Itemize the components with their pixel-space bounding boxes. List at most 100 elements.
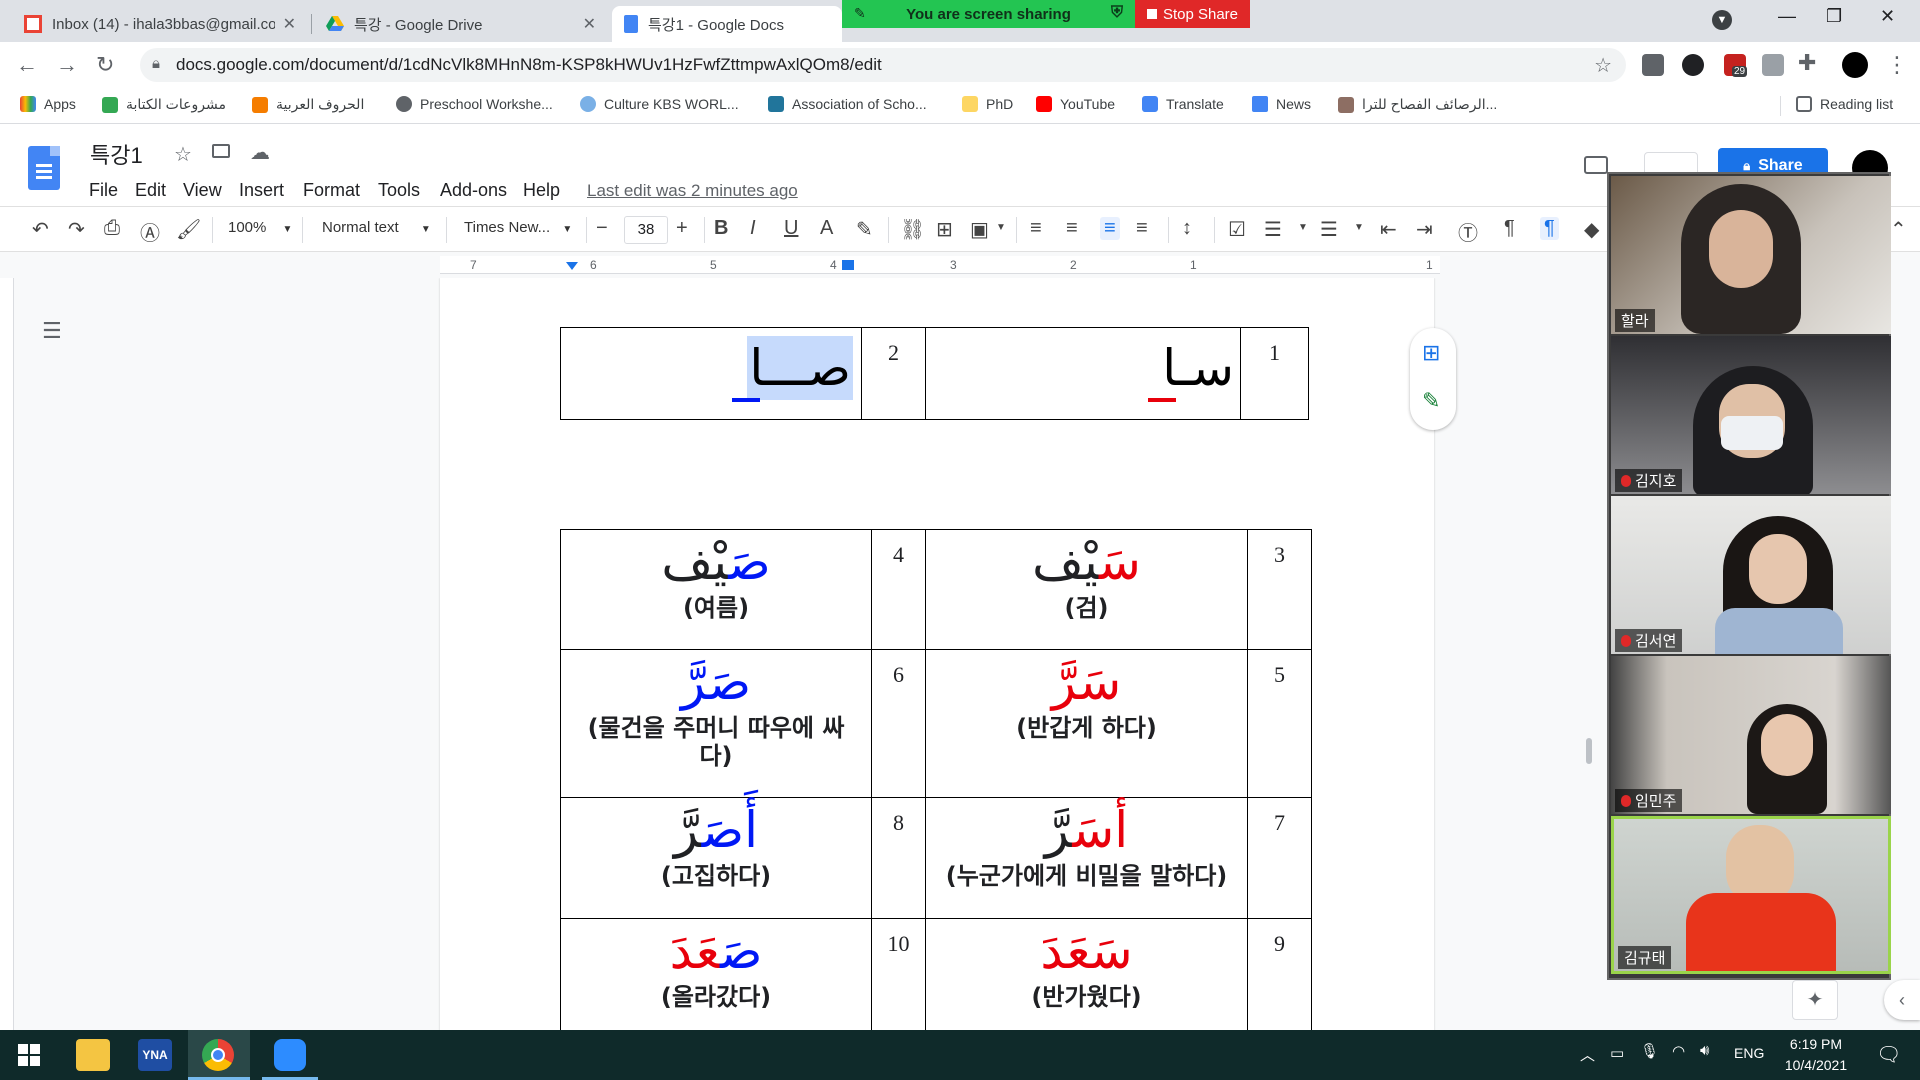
extension-badge-icon[interactable]: 29: [1724, 54, 1748, 77]
paint-format-icon[interactable]: 🖌︎: [176, 217, 201, 242]
minimize-icon[interactable]: —: [1778, 6, 1796, 27]
numbered-list-icon[interactable]: ☰: [1320, 217, 1338, 242]
bookmark-writing-projects[interactable]: مشروعات الكتابة: [102, 96, 226, 113]
explore-button[interactable]: ✦: [1792, 980, 1838, 1020]
menu-view[interactable]: View: [183, 180, 222, 201]
move-folder-icon[interactable]: [212, 144, 230, 158]
increase-indent-icon[interactable]: ⇥: [1416, 217, 1433, 242]
notifications-icon[interactable]: 🗨︎: [1876, 1042, 1901, 1067]
reload-icon[interactable]: ↻: [96, 52, 114, 78]
participant-video[interactable]: 임민주: [1611, 656, 1891, 814]
bookmark-preschool-worksheets[interactable]: Preschool Workshe...: [396, 96, 553, 112]
address-bar[interactable]: 🔒︎ docs.google.com/document/d/1cdNcVlk8M…: [140, 48, 1626, 82]
align-right-icon[interactable]: ≡: [1100, 217, 1120, 240]
bookmark-news[interactable]: News: [1252, 96, 1311, 112]
tab-search-icon[interactable]: ▼: [1712, 10, 1732, 30]
participant-video[interactable]: 할라: [1611, 176, 1891, 334]
table-cell[interactable]: أسَرَّ (누군가에게 비밀을 말하다): [925, 797, 1248, 919]
profile-avatar[interactable]: [1842, 52, 1868, 78]
redo-icon[interactable]: ↷: [68, 217, 85, 242]
decrease-font-size-icon[interactable]: −: [596, 217, 608, 240]
menu-tools[interactable]: Tools: [378, 180, 420, 201]
zoom-select[interactable]: 100% ▼: [228, 219, 292, 236]
rtl-icon[interactable]: ¶: [1540, 217, 1559, 240]
participant-video[interactable]: 김서연: [1611, 496, 1891, 654]
table-cell[interactable]: سـا: [925, 327, 1241, 420]
menu-edit[interactable]: Edit: [135, 180, 166, 201]
bookmark-translate[interactable]: Translate: [1142, 96, 1224, 112]
document-title[interactable]: 특강1: [90, 138, 143, 170]
participant-video-active-speaker[interactable]: 김규태: [1611, 816, 1891, 974]
system-clock[interactable]: 6:19 PM 10/4/2021: [1776, 1034, 1856, 1076]
menu-file[interactable]: File: [89, 180, 118, 201]
reading-list-button[interactable]: Reading list: [1796, 96, 1893, 112]
table-cell[interactable]: صـــا: [560, 327, 862, 420]
bookmark-culture-kbs[interactable]: Culture KBS WORL...: [580, 96, 739, 112]
justify-icon[interactable]: ≡: [1136, 217, 1148, 240]
right-indent-marker[interactable]: [842, 260, 854, 270]
code-extension-icon[interactable]: [1762, 54, 1784, 76]
left-indent-marker[interactable]: [566, 262, 578, 270]
chevron-down-icon[interactable]: ▼: [1354, 222, 1364, 233]
bookmark-arabic-letters[interactable]: الحروف العربية: [252, 96, 364, 113]
table-cell[interactable]: صَيْف (여름): [560, 529, 872, 650]
taskbar-chrome-active[interactable]: [188, 1030, 250, 1080]
suggest-edits-icon[interactable]: ✎: [1422, 388, 1440, 414]
table-cell[interactable]: أَصَرَّ (고집하다): [560, 797, 872, 919]
align-center-icon[interactable]: ≡: [1066, 217, 1078, 240]
bookmark-arabic-poetry[interactable]: الرصائف الفصاح للترا...: [1338, 96, 1497, 113]
bookmark-phd[interactable]: PhD: [962, 96, 1013, 112]
collapse-toolbar-icon[interactable]: ⌃: [1890, 217, 1907, 242]
tab-google-drive[interactable]: 특강 - Google Drive ✕: [314, 6, 608, 42]
menu-help[interactable]: Help: [523, 180, 560, 201]
window-close-icon[interactable]: ✕: [1880, 6, 1895, 27]
back-icon[interactable]: ←: [16, 52, 38, 78]
cloud-saved-icon[interactable]: ☁: [250, 140, 270, 165]
font-size-input[interactable]: 38: [624, 216, 668, 244]
taskbar-zoom[interactable]: [262, 1030, 318, 1080]
align-left-icon[interactable]: ≡: [1030, 217, 1042, 240]
link-icon[interactable]: ⛓: [900, 217, 925, 242]
add-comment-icon[interactable]: ⊞: [1422, 340, 1440, 366]
table-cell[interactable]: صَرَّ (물건을 주머니 따우에 싸다): [560, 649, 872, 798]
close-icon[interactable]: ✕: [283, 14, 296, 34]
restore-icon[interactable]: ❐: [1826, 6, 1842, 27]
italic-icon[interactable]: I: [750, 217, 756, 240]
line-spacing-icon[interactable]: ↕: [1182, 217, 1192, 240]
bold-icon[interactable]: B: [714, 217, 728, 240]
side-panel-toggle-icon[interactable]: ‹: [1884, 980, 1920, 1020]
bookmark-apps[interactable]: Apps: [20, 96, 76, 112]
forward-icon[interactable]: →: [56, 52, 78, 78]
comment-history-icon[interactable]: [1584, 156, 1608, 174]
bulleted-list-icon[interactable]: ☰: [1264, 217, 1282, 242]
bookmark-youtube[interactable]: YouTube: [1036, 96, 1115, 112]
checklist-icon[interactable]: ☑: [1228, 217, 1246, 242]
wifi-icon[interactable]: ◠: [1672, 1042, 1685, 1060]
horizontal-ruler[interactable]: 7 6 5 4 3 2 1 1: [440, 256, 1440, 274]
last-edit-link[interactable]: Last edit was 2 minutes ago: [587, 181, 798, 201]
stop-share-button[interactable]: Stop Share: [1135, 0, 1250, 28]
location-pin-icon[interactable]: [1682, 54, 1704, 76]
google-docs-logo-icon[interactable]: [28, 146, 60, 190]
menu-insert[interactable]: Insert: [239, 180, 284, 201]
table-cell[interactable]: سَيْف (검): [925, 529, 1248, 650]
tab-google-docs[interactable]: 특강1 - Google Docs: [612, 6, 842, 42]
yna-app-icon[interactable]: YNA: [138, 1039, 172, 1071]
ltr-icon[interactable]: ¶: [1504, 217, 1515, 240]
print-icon[interactable]: ⎙: [104, 217, 120, 240]
close-icon[interactable]: ✕: [583, 14, 596, 34]
bookmark-association[interactable]: Association of Scho...: [768, 96, 927, 112]
puzzle-icon[interactable]: ✚: [1798, 50, 1816, 76]
tray-overflow-chevron-icon[interactable]: ︿: [1580, 1044, 1595, 1065]
clear-formatting-icon[interactable]: Ⓣ: [1458, 217, 1478, 246]
font-select[interactable]: Times New... ▼: [464, 219, 572, 236]
undo-icon[interactable]: ↶: [32, 217, 49, 242]
chevron-down-icon[interactable]: ▼: [996, 222, 1006, 233]
highlight-icon[interactable]: ✎: [856, 217, 873, 242]
bookmark-star-icon[interactable]: ☆: [1594, 53, 1612, 78]
table-cell[interactable]: صَعَدَ (올라갔다): [560, 918, 872, 1030]
kebab-menu-icon[interactable]: ⋮: [1886, 52, 1908, 78]
menu-add-ons[interactable]: Add-ons: [440, 180, 507, 201]
add-comment-icon[interactable]: ⊞: [936, 217, 953, 242]
input-language[interactable]: ENG: [1734, 1045, 1764, 1061]
